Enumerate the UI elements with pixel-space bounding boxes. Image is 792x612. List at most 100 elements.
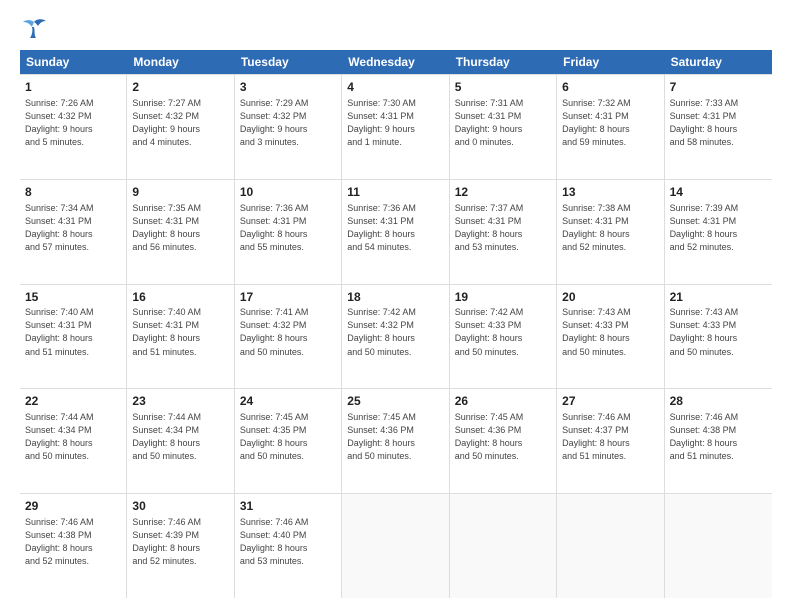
day-number: 10 bbox=[240, 184, 336, 201]
cal-cell-4-1: 22Sunrise: 7:44 AM Sunset: 4:34 PM Dayli… bbox=[20, 389, 127, 493]
day-number: 20 bbox=[562, 289, 658, 306]
calendar-body: 1Sunrise: 7:26 AM Sunset: 4:32 PM Daylig… bbox=[20, 74, 772, 598]
cal-cell-1-6: 6Sunrise: 7:32 AM Sunset: 4:31 PM Daylig… bbox=[557, 75, 664, 179]
day-info: Sunrise: 7:32 AM Sunset: 4:31 PM Dayligh… bbox=[562, 97, 658, 149]
cal-cell-1-5: 5Sunrise: 7:31 AM Sunset: 4:31 PM Daylig… bbox=[450, 75, 557, 179]
day-info: Sunrise: 7:44 AM Sunset: 4:34 PM Dayligh… bbox=[132, 411, 228, 463]
cal-cell-4-4: 25Sunrise: 7:45 AM Sunset: 4:36 PM Dayli… bbox=[342, 389, 449, 493]
cal-cell-4-6: 27Sunrise: 7:46 AM Sunset: 4:37 PM Dayli… bbox=[557, 389, 664, 493]
day-info: Sunrise: 7:46 AM Sunset: 4:38 PM Dayligh… bbox=[670, 411, 767, 463]
day-info: Sunrise: 7:45 AM Sunset: 4:36 PM Dayligh… bbox=[347, 411, 443, 463]
day-info: Sunrise: 7:27 AM Sunset: 4:32 PM Dayligh… bbox=[132, 97, 228, 149]
day-number: 7 bbox=[670, 79, 767, 96]
cal-cell-5-4 bbox=[342, 494, 449, 598]
day-number: 24 bbox=[240, 393, 336, 410]
day-number: 6 bbox=[562, 79, 658, 96]
day-info: Sunrise: 7:45 AM Sunset: 4:36 PM Dayligh… bbox=[455, 411, 551, 463]
calendar-header: SundayMondayTuesdayWednesdayThursdayFrid… bbox=[20, 50, 772, 74]
cal-cell-3-6: 20Sunrise: 7:43 AM Sunset: 4:33 PM Dayli… bbox=[557, 285, 664, 389]
day-number: 27 bbox=[562, 393, 658, 410]
cal-cell-3-5: 19Sunrise: 7:42 AM Sunset: 4:33 PM Dayli… bbox=[450, 285, 557, 389]
cal-cell-2-4: 11Sunrise: 7:36 AM Sunset: 4:31 PM Dayli… bbox=[342, 180, 449, 284]
cal-cell-4-2: 23Sunrise: 7:44 AM Sunset: 4:34 PM Dayli… bbox=[127, 389, 234, 493]
day-number: 5 bbox=[455, 79, 551, 96]
header-day-thursday: Thursday bbox=[450, 50, 557, 74]
cal-cell-4-7: 28Sunrise: 7:46 AM Sunset: 4:38 PM Dayli… bbox=[665, 389, 772, 493]
cal-cell-2-6: 13Sunrise: 7:38 AM Sunset: 4:31 PM Dayli… bbox=[557, 180, 664, 284]
header-day-sunday: Sunday bbox=[20, 50, 127, 74]
day-number: 4 bbox=[347, 79, 443, 96]
day-number: 18 bbox=[347, 289, 443, 306]
cal-cell-5-5 bbox=[450, 494, 557, 598]
cal-cell-5-2: 30Sunrise: 7:46 AM Sunset: 4:39 PM Dayli… bbox=[127, 494, 234, 598]
day-number: 9 bbox=[132, 184, 228, 201]
day-info: Sunrise: 7:26 AM Sunset: 4:32 PM Dayligh… bbox=[25, 97, 121, 149]
day-number: 25 bbox=[347, 393, 443, 410]
day-info: Sunrise: 7:41 AM Sunset: 4:32 PM Dayligh… bbox=[240, 306, 336, 358]
day-info: Sunrise: 7:36 AM Sunset: 4:31 PM Dayligh… bbox=[347, 202, 443, 254]
day-number: 13 bbox=[562, 184, 658, 201]
day-info: Sunrise: 7:35 AM Sunset: 4:31 PM Dayligh… bbox=[132, 202, 228, 254]
day-number: 8 bbox=[25, 184, 121, 201]
cal-cell-1-2: 2Sunrise: 7:27 AM Sunset: 4:32 PM Daylig… bbox=[127, 75, 234, 179]
cal-cell-1-1: 1Sunrise: 7:26 AM Sunset: 4:32 PM Daylig… bbox=[20, 75, 127, 179]
logo-bird-icon bbox=[20, 18, 48, 40]
cal-cell-2-5: 12Sunrise: 7:37 AM Sunset: 4:31 PM Dayli… bbox=[450, 180, 557, 284]
day-info: Sunrise: 7:46 AM Sunset: 4:39 PM Dayligh… bbox=[132, 516, 228, 568]
cal-cell-5-7 bbox=[665, 494, 772, 598]
day-number: 3 bbox=[240, 79, 336, 96]
day-info: Sunrise: 7:46 AM Sunset: 4:38 PM Dayligh… bbox=[25, 516, 121, 568]
day-info: Sunrise: 7:46 AM Sunset: 4:37 PM Dayligh… bbox=[562, 411, 658, 463]
header bbox=[20, 18, 772, 40]
cal-cell-2-2: 9Sunrise: 7:35 AM Sunset: 4:31 PM Daylig… bbox=[127, 180, 234, 284]
calendar-row-3: 15Sunrise: 7:40 AM Sunset: 4:31 PM Dayli… bbox=[20, 284, 772, 389]
day-info: Sunrise: 7:43 AM Sunset: 4:33 PM Dayligh… bbox=[562, 306, 658, 358]
day-number: 26 bbox=[455, 393, 551, 410]
cal-cell-3-7: 21Sunrise: 7:43 AM Sunset: 4:33 PM Dayli… bbox=[665, 285, 772, 389]
calendar-row-5: 29Sunrise: 7:46 AM Sunset: 4:38 PM Dayli… bbox=[20, 493, 772, 598]
cal-cell-1-7: 7Sunrise: 7:33 AM Sunset: 4:31 PM Daylig… bbox=[665, 75, 772, 179]
day-info: Sunrise: 7:29 AM Sunset: 4:32 PM Dayligh… bbox=[240, 97, 336, 149]
day-number: 17 bbox=[240, 289, 336, 306]
day-info: Sunrise: 7:40 AM Sunset: 4:31 PM Dayligh… bbox=[132, 306, 228, 358]
day-number: 14 bbox=[670, 184, 767, 201]
day-info: Sunrise: 7:33 AM Sunset: 4:31 PM Dayligh… bbox=[670, 97, 767, 149]
day-number: 15 bbox=[25, 289, 121, 306]
day-info: Sunrise: 7:30 AM Sunset: 4:31 PM Dayligh… bbox=[347, 97, 443, 149]
day-info: Sunrise: 7:34 AM Sunset: 4:31 PM Dayligh… bbox=[25, 202, 121, 254]
cal-cell-1-4: 4Sunrise: 7:30 AM Sunset: 4:31 PM Daylig… bbox=[342, 75, 449, 179]
day-number: 23 bbox=[132, 393, 228, 410]
day-info: Sunrise: 7:40 AM Sunset: 4:31 PM Dayligh… bbox=[25, 306, 121, 358]
cal-cell-4-3: 24Sunrise: 7:45 AM Sunset: 4:35 PM Dayli… bbox=[235, 389, 342, 493]
day-info: Sunrise: 7:45 AM Sunset: 4:35 PM Dayligh… bbox=[240, 411, 336, 463]
day-info: Sunrise: 7:38 AM Sunset: 4:31 PM Dayligh… bbox=[562, 202, 658, 254]
logo bbox=[20, 18, 52, 40]
calendar: SundayMondayTuesdayWednesdayThursdayFrid… bbox=[20, 50, 772, 598]
day-number: 30 bbox=[132, 498, 228, 515]
day-info: Sunrise: 7:44 AM Sunset: 4:34 PM Dayligh… bbox=[25, 411, 121, 463]
header-day-saturday: Saturday bbox=[665, 50, 772, 74]
cal-cell-3-3: 17Sunrise: 7:41 AM Sunset: 4:32 PM Dayli… bbox=[235, 285, 342, 389]
day-number: 12 bbox=[455, 184, 551, 201]
header-day-wednesday: Wednesday bbox=[342, 50, 449, 74]
header-day-friday: Friday bbox=[557, 50, 664, 74]
calendar-row-4: 22Sunrise: 7:44 AM Sunset: 4:34 PM Dayli… bbox=[20, 388, 772, 493]
cal-cell-5-3: 31Sunrise: 7:46 AM Sunset: 4:40 PM Dayli… bbox=[235, 494, 342, 598]
day-info: Sunrise: 7:37 AM Sunset: 4:31 PM Dayligh… bbox=[455, 202, 551, 254]
cal-cell-3-1: 15Sunrise: 7:40 AM Sunset: 4:31 PM Dayli… bbox=[20, 285, 127, 389]
cal-cell-3-4: 18Sunrise: 7:42 AM Sunset: 4:32 PM Dayli… bbox=[342, 285, 449, 389]
day-info: Sunrise: 7:43 AM Sunset: 4:33 PM Dayligh… bbox=[670, 306, 767, 358]
day-number: 31 bbox=[240, 498, 336, 515]
day-number: 16 bbox=[132, 289, 228, 306]
calendar-row-1: 1Sunrise: 7:26 AM Sunset: 4:32 PM Daylig… bbox=[20, 74, 772, 179]
day-number: 21 bbox=[670, 289, 767, 306]
cal-cell-2-3: 10Sunrise: 7:36 AM Sunset: 4:31 PM Dayli… bbox=[235, 180, 342, 284]
cal-cell-2-7: 14Sunrise: 7:39 AM Sunset: 4:31 PM Dayli… bbox=[665, 180, 772, 284]
page: SundayMondayTuesdayWednesdayThursdayFrid… bbox=[0, 0, 792, 612]
day-number: 1 bbox=[25, 79, 121, 96]
day-info: Sunrise: 7:42 AM Sunset: 4:33 PM Dayligh… bbox=[455, 306, 551, 358]
day-info: Sunrise: 7:31 AM Sunset: 4:31 PM Dayligh… bbox=[455, 97, 551, 149]
day-number: 19 bbox=[455, 289, 551, 306]
cal-cell-2-1: 8Sunrise: 7:34 AM Sunset: 4:31 PM Daylig… bbox=[20, 180, 127, 284]
cal-cell-4-5: 26Sunrise: 7:45 AM Sunset: 4:36 PM Dayli… bbox=[450, 389, 557, 493]
